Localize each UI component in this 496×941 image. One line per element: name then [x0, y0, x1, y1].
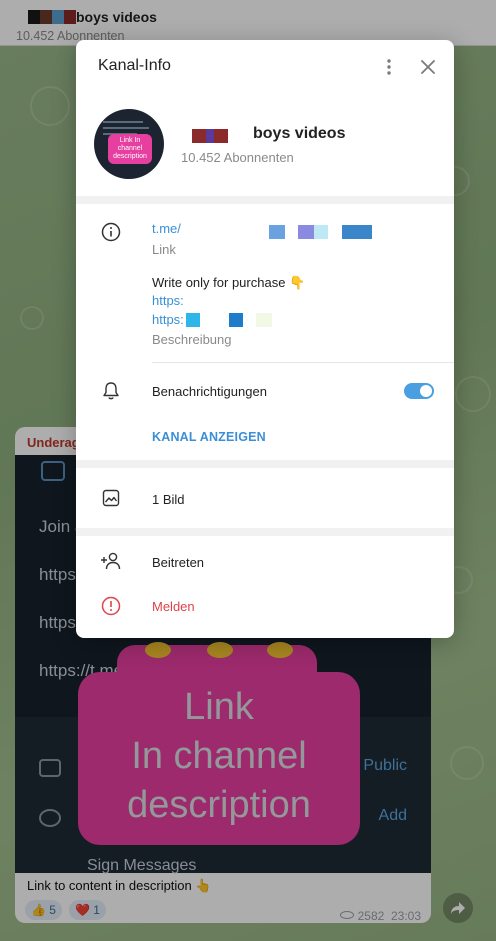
media-row[interactable]: [76, 478, 454, 518]
close-icon: [421, 60, 435, 74]
redacted-name-blocks: [192, 129, 228, 143]
image-icon: [100, 487, 122, 509]
description-text: Write only for purchase 👇: [152, 275, 306, 290]
redaction-block: [269, 225, 285, 239]
more-vertical-icon: [387, 59, 391, 75]
info-icon: [100, 221, 122, 243]
description-caption: Beschreibung: [152, 332, 232, 347]
join-label: Beitreten: [152, 555, 205, 570]
bell-icon: [100, 380, 122, 402]
report-label: Melden: [152, 599, 195, 614]
redaction-block: [229, 313, 243, 327]
close-button[interactable]: [415, 54, 441, 80]
avatar-label: Link In channel description: [113, 137, 147, 160]
channel-link[interactable]: t.me/: [152, 221, 181, 236]
channel-avatar[interactable]: Link In channel description: [94, 109, 164, 179]
redaction-block: [342, 225, 372, 239]
notifications-toggle[interactable]: [404, 383, 434, 399]
section-divider: [76, 460, 454, 468]
report-icon: [100, 595, 122, 617]
dialog-title: Kanal-Info: [98, 57, 171, 74]
more-options-button[interactable]: [376, 54, 402, 80]
link-caption: Link: [152, 242, 176, 257]
add-user-icon: [100, 550, 122, 572]
description-link[interactable]: https:: [152, 293, 184, 308]
redaction-block: [314, 225, 328, 239]
description-link[interactable]: https:: [152, 312, 184, 327]
report-row[interactable]: [76, 586, 454, 626]
subscriber-count: 10.452 Abonnenten: [181, 150, 294, 165]
redaction-block: [298, 225, 314, 239]
redaction-block: [256, 313, 272, 327]
view-channel-button[interactable]: KANAL ANZEIGEN: [152, 430, 266, 444]
row-divider: [152, 362, 454, 363]
media-label: 1 Bild: [152, 492, 185, 507]
notifications-label: Benachrichtigungen: [152, 384, 267, 399]
join-row[interactable]: [76, 540, 454, 580]
channel-info-dialog: Kanal-Info Link In channel description b…: [76, 40, 454, 638]
section-divider: [76, 196, 454, 204]
channel-name: boys videos: [253, 125, 346, 142]
redaction-block: [186, 313, 200, 327]
section-divider: [76, 528, 454, 536]
